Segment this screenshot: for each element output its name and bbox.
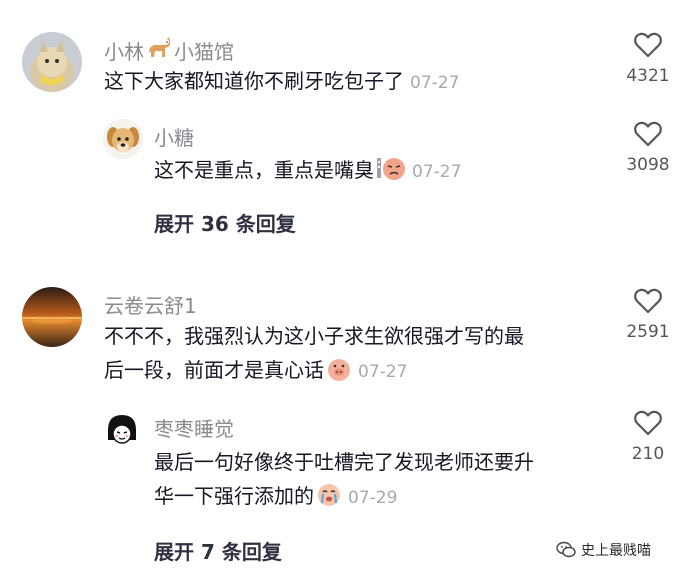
reply-text: 最后一句好像终于吐槽完了发现老师还要升 华一下强行添加的 07-29 [154, 445, 604, 517]
smelly-face-emoji-icon [376, 155, 406, 191]
comment-body: 这下大家都知道你不刷牙吃包子了 [104, 69, 404, 93]
comment-text: 这下大家都知道你不刷牙吃包子了 07-27 [104, 64, 459, 100]
avatar-sunset[interactable] [22, 287, 82, 347]
comment-body-line2: 后一段，前面才是真心话 [104, 358, 324, 382]
avatar-cartoon[interactable] [103, 410, 141, 448]
watermark-text: 史上最贱喵 [581, 543, 651, 559]
avatar-puppy[interactable] [103, 119, 143, 159]
comment-text: 不不不，我强烈认为这小子求生欲很强才写的最 后一段，前面才是真心话 07-27 [104, 319, 604, 391]
reply-author[interactable]: 枣枣睡觉 [154, 413, 234, 442]
reply-like-count: 3098 [626, 155, 670, 175]
crying-face-emoji-icon [316, 483, 342, 517]
like-button[interactable] [618, 32, 678, 62]
reply-author[interactable]: 小糖 [154, 122, 194, 151]
comment-date: 07-27 [358, 362, 408, 382]
like-column: 2591 [618, 288, 678, 342]
reply-body-line2: 华一下强行添加的 [154, 484, 314, 508]
reply-date: 07-27 [412, 162, 462, 182]
heart-icon [634, 288, 662, 314]
wechat-logo-icon [556, 541, 576, 558]
comment-body-line2-wrap: 后一段，前面才是真心话 07-27 [104, 353, 604, 391]
like-count: 2591 [626, 322, 670, 342]
expand-replies-button[interactable]: 展开 7 条回复 [154, 536, 282, 565]
reply-date: 07-29 [348, 488, 398, 508]
expand-replies-button[interactable]: 展开 36 条回复 [154, 208, 296, 237]
comment-author[interactable]: 小林 小猫馆 [104, 36, 234, 65]
like-button[interactable] [618, 288, 678, 318]
heart-icon [634, 121, 662, 147]
comment-date: 07-27 [410, 73, 460, 93]
heart-icon [634, 32, 662, 58]
comment-author[interactable]: 云卷云舒1 [104, 290, 197, 319]
cat-emoji-icon [147, 37, 171, 64]
like-column: 4321 [618, 32, 678, 86]
reply-like-button[interactable] [618, 410, 678, 440]
reply-body-line2-wrap: 华一下强行添加的 07-29 [154, 479, 604, 517]
avatar-cat[interactable] [22, 32, 82, 92]
comment-body-line1: 不不不，我强烈认为这小子求生欲很强才写的最 [104, 324, 524, 348]
like-count: 4321 [626, 66, 670, 86]
reply-text: 这不是重点，重点是嘴臭 07-27 [154, 153, 461, 191]
heart-icon [634, 410, 662, 436]
reply-like-count: 210 [631, 444, 665, 464]
reply-body-line1: 最后一句好像终于吐槽完了发现老师还要升 [154, 450, 534, 474]
reply-like-column: 210 [618, 410, 678, 464]
author-name-part2: 小猫馆 [174, 40, 234, 64]
author-name-part1: 小林 [104, 40, 144, 64]
reply-body: 这不是重点，重点是嘴臭 [154, 158, 374, 182]
pig-face-emoji-icon [326, 357, 352, 391]
watermark: 史上最贱喵 [556, 540, 651, 560]
reply-like-column: 3098 [618, 121, 678, 175]
reply-like-button[interactable] [618, 121, 678, 151]
